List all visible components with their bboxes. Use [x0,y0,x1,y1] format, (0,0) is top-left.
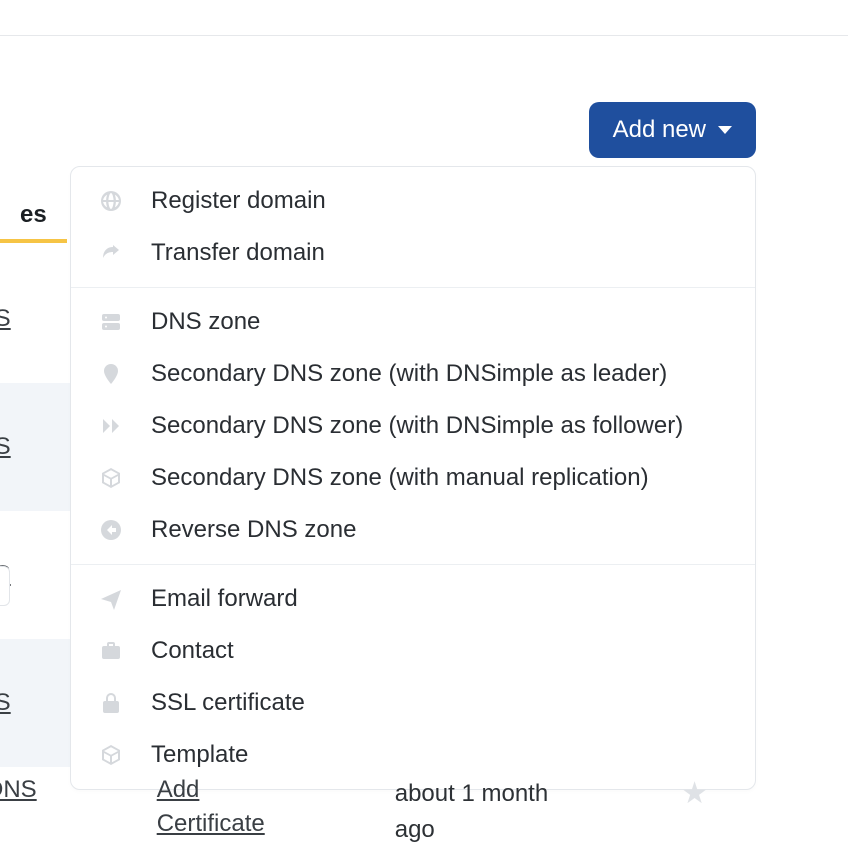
bg-row-bottom: ve DNS Add Certificate about 1 month ago… [0,772,848,862]
add-link[interactable]: Add [157,776,265,804]
dropdown-item[interactable]: Transfer domain [71,227,755,279]
lock-icon [97,689,125,717]
box-icon [97,741,125,769]
dropdown-item-label: Transfer domain [151,239,325,267]
dropdown-item-label: DNS zone [151,308,260,336]
dropdown-item-label: Contact [151,637,234,665]
dropdown-item-label: Secondary DNS zone (with DNSimple as fol… [151,412,683,440]
row-updated: about 1 month ago [395,776,548,848]
server-icon [97,308,125,336]
add-new-label: Add new [613,116,706,144]
forward-icon [97,412,125,440]
pin-icon [97,360,125,388]
back-icon [97,516,125,544]
star-icon[interactable]: ★ [681,776,708,811]
share-icon [97,239,125,267]
bg-badge-partial [0,566,10,606]
chevron-down-icon [718,126,732,134]
dropdown-item[interactable]: Register domain [71,175,755,227]
send-icon [97,585,125,613]
dropdown-item[interactable]: DNS zone [71,296,755,348]
active-tab-partial[interactable]: es [0,189,67,243]
dropdown-item[interactable]: Reverse DNS zone [71,504,755,556]
dropdown-section: Register domain Transfer domain [71,167,755,287]
box-icon [97,464,125,492]
add-new-button[interactable]: Add new [589,102,756,158]
dropdown-item-label: Reverse DNS zone [151,516,356,544]
dropdown-item[interactable]: Secondary DNS zone (with manual replicat… [71,452,755,504]
dns-link[interactable]: e DNS [0,433,11,461]
dropdown-item-label: SSL certificate [151,689,305,717]
dropdown-item[interactable]: Secondary DNS zone (with DNSimple as lea… [71,348,755,400]
briefcase-icon [97,637,125,665]
dropdown-item-label: Secondary DNS zone (with manual replicat… [151,464,649,492]
dropdown-item[interactable]: Email forward [71,573,755,625]
dropdown-item-label: Secondary DNS zone (with DNSimple as lea… [151,360,667,388]
certificate-link[interactable]: Certificate [157,810,265,838]
dropdown-section: Email forward Contact SSL certificate Templ… [71,565,755,789]
dns-link[interactable]: e DNS [0,305,11,333]
dropdown-item-label: Email forward [151,585,298,613]
dns-link[interactable]: ve DNS [0,776,37,804]
dropdown-item-label: Register domain [151,187,326,215]
dropdown-item-label: Template [151,741,248,769]
top-border [0,0,848,36]
dns-link[interactable]: e DNS [0,689,11,717]
content-area: es e DNSe DNSe DNSe DNS Add new Register… [0,36,848,862]
dropdown-section: DNS zone Secondary DNS zone (with DNSimpl… [71,288,755,564]
dropdown-item[interactable]: Secondary DNS zone (with DNSimple as fol… [71,400,755,452]
add-new-dropdown: Register domain Transfer domain DNS zone Se… [70,166,756,790]
row-actions: Add Certificate [157,776,265,838]
dropdown-item[interactable]: SSL certificate [71,677,755,729]
dropdown-item[interactable]: Contact [71,625,755,677]
globe-icon [97,187,125,215]
